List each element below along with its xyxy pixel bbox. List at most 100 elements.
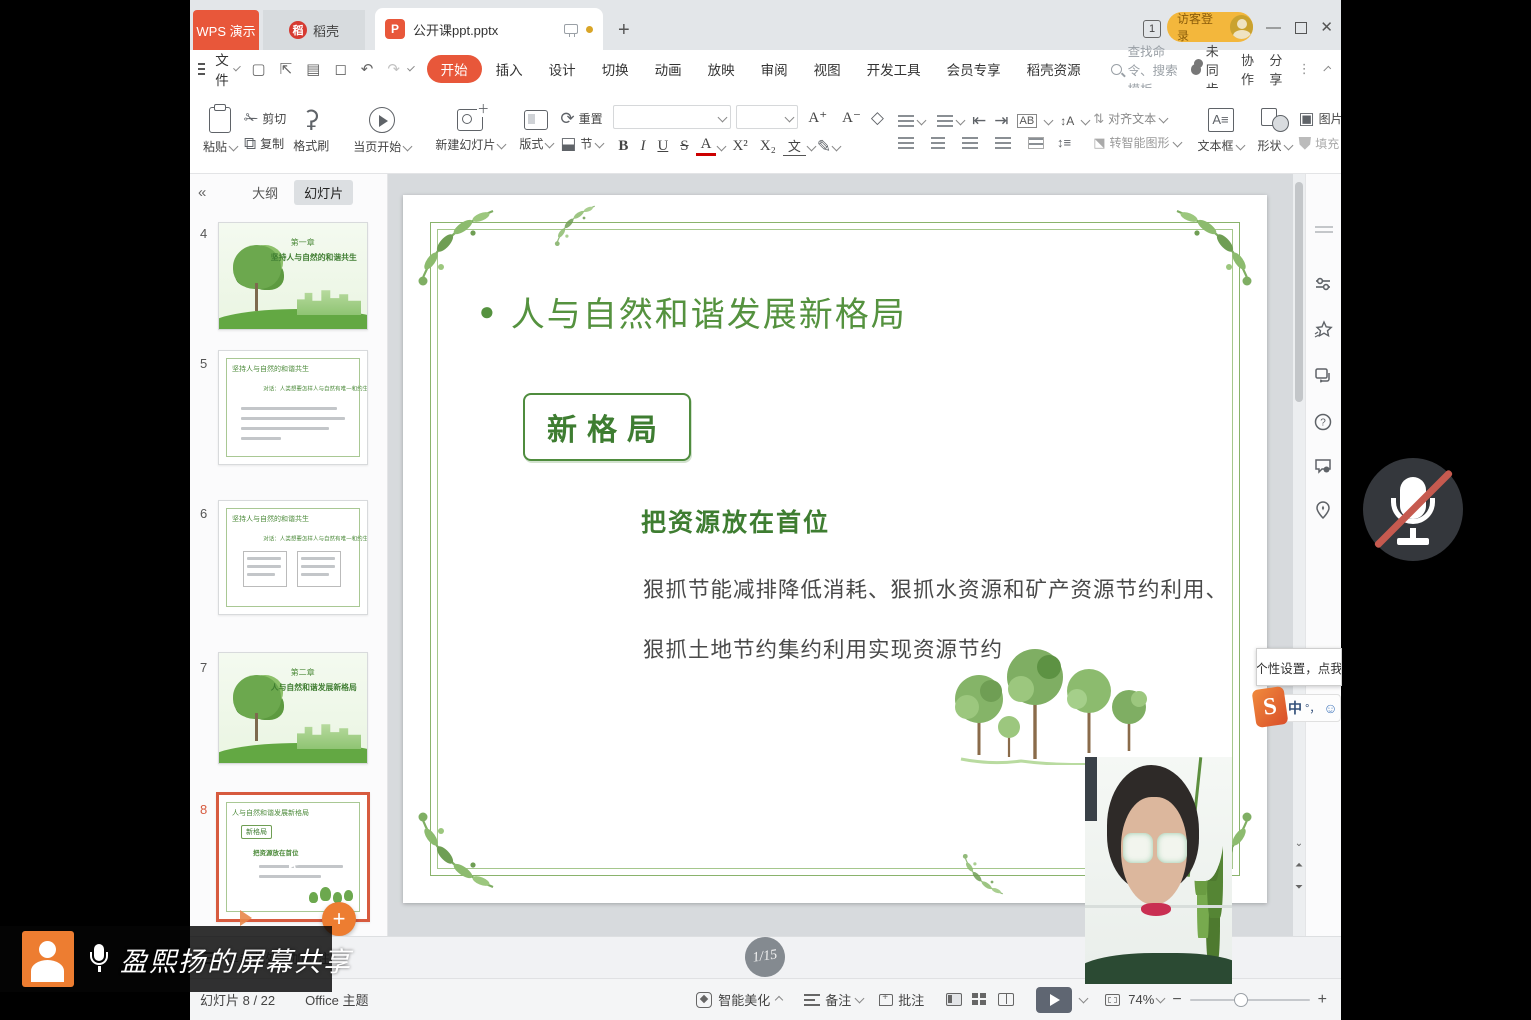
superscript-button[interactable]: X² [727,138,752,155]
highlight-icon[interactable]: ✎ [817,138,831,155]
slide-sorter-view-icon[interactable] [972,993,988,1006]
decrease-indent-icon[interactable]: ⇤ [972,112,986,129]
copy-button[interactable]: ⧉复制 [244,135,286,152]
slide-keyword-box[interactable]: 新格局 [523,393,691,461]
tab-devtools[interactable]: 开发工具 [855,55,933,83]
login-button[interactable]: 访客登录 [1167,12,1253,42]
hamburger-icon[interactable] [198,63,205,75]
to-smartart-button[interactable]: ⬔转智能图形 [1093,134,1180,151]
scroll-down-icon[interactable]: ⌄ [1294,838,1304,849]
file-menu-chevron-icon[interactable] [233,64,241,72]
theme-name[interactable]: Office 主题 [305,990,368,1009]
increase-font-button[interactable]: A⁺ [803,108,832,127]
increase-indent-icon[interactable]: ⇥ [994,112,1008,129]
zoom-slider[interactable] [1190,999,1310,1001]
undo-icon[interactable]: ↶ [356,60,379,78]
play-options-chevron-icon[interactable] [1079,993,1089,1003]
location-pin-icon[interactable] [1313,500,1335,522]
beautify-button[interactable]: 智能美化 [696,990,782,1009]
wps-app-button[interactable]: WPS 演示 [193,10,259,50]
maximize-button[interactable] [1295,22,1307,34]
slide-body-line1[interactable]: 狠抓节能减排降低消耗、狠抓水资源和矿产资源节约利用、 [643,573,1228,604]
bullets-button[interactable] [894,115,925,127]
phonetic-button[interactable]: 文 [783,136,806,156]
new-tab-button[interactable]: + [618,19,630,42]
slide-thumbnail-8-selected[interactable]: 人与自然和谐发展新格局 新格局 把资源放在首位 [216,792,370,922]
ime-smiley-icon[interactable]: ☺ [1323,700,1337,716]
tab-membership[interactable]: 会员专享 [935,55,1013,83]
align-text-button[interactable]: ⇅对齐文本 [1093,110,1180,127]
align-center-icon[interactable] [931,137,945,149]
export-icon[interactable]: ⇱ [275,60,298,78]
slide-thumbnail-6[interactable]: 坚持人与自然的和谐共生 对话：人类想要怎样人与自然有唯一和约生活需 [218,500,368,615]
next-slide-icon[interactable]: ⏷ [1294,882,1304,893]
tab-slides[interactable]: 幻灯片 [294,180,353,205]
quickbar-more-icon[interactable] [407,64,415,72]
window-manager-button[interactable]: 1 [1143,20,1161,38]
share-button[interactable]: 分享 [1269,50,1283,88]
minimize-button[interactable]: — [1266,19,1281,36]
cut-button[interactable]: ✁剪切 [244,110,286,127]
slideshow-play-button[interactable] [1036,987,1072,1013]
text-box-button[interactable]: A≡ 文本框 [1191,92,1251,169]
reading-view-icon[interactable] [998,993,1014,1006]
docer-store-tab[interactable]: 稻 稻壳 [263,10,365,50]
close-button[interactable]: ✕ [1320,18,1333,36]
zoom-slider-thumb[interactable] [1234,993,1248,1007]
bold-button[interactable]: B [613,138,633,155]
decrease-font-button[interactable]: A⁻ [837,108,866,127]
duplicate-icon[interactable] [1313,366,1335,388]
slide-thumbnail-7[interactable]: 第二章 人与自然和谐发展新格局 [218,652,368,764]
layout-button[interactable]: 版式 [512,92,560,169]
zoom-in-button[interactable]: + [1318,991,1327,1009]
preview-icon[interactable]: ◻ [329,60,351,78]
slide-body-line2[interactable]: 狠抓土地节约集约利用实现资源节约 [643,633,1003,664]
ime-toolbar[interactable]: 中 °， ☺ [1281,694,1341,722]
subscript-button[interactable]: X₂ [755,138,781,155]
underline-button[interactable]: U [652,138,673,155]
line-spacing-icon[interactable]: ↕≡ [1057,136,1071,149]
tab-review[interactable]: 审阅 [749,55,800,83]
thumb-play-icon[interactable] [240,910,252,926]
help-icon[interactable]: ? [1313,412,1335,434]
properties-sliders-icon[interactable] [1313,274,1335,296]
new-slide-button[interactable]: 新建幻灯片 [428,92,512,169]
document-tab[interactable]: P 公开课ppt.pptx [375,8,603,50]
tab-transition[interactable]: 切换 [590,55,641,83]
tab-view[interactable]: 视图 [802,55,853,83]
zoom-level[interactable]: 74% [1128,992,1164,1007]
clear-format-icon[interactable]: ◇ [871,109,884,126]
italic-button[interactable]: I [635,138,650,155]
fill-button[interactable]: ⛊填充 [1299,135,1341,152]
text-direction-button[interactable]: ↕A [1060,114,1074,128]
comments-button[interactable]: 批注 [879,990,924,1009]
scrollbar-thumb[interactable] [1295,182,1303,402]
ime-mode-chinese[interactable]: 中 [1288,698,1302,718]
play-from-current-button[interactable]: 当页开始 [346,92,418,169]
microphone-muted-button[interactable] [1363,458,1463,561]
picture-button[interactable]: ▣图片 [1299,110,1341,127]
tab-insert[interactable]: 插入 [484,55,535,83]
previous-slide-icon[interactable]: ⏶ [1294,860,1304,871]
collapse-panel-button[interactable]: « [198,184,206,201]
tab-slideshow[interactable]: 放映 [696,55,747,83]
notes-toggle-button[interactable]: 备注 [804,990,863,1009]
slide-thumbnail-5[interactable]: 坚持人与自然的和谐共生 对话：人类想要怎样人与自然有唯一和约生活需 [218,350,368,465]
slide-thumbnail-4[interactable]: 第一章 坚持人与自然的和谐共生 [218,222,368,330]
save-icon[interactable]: ▢ [246,60,270,78]
normal-view-icon[interactable] [946,993,962,1006]
zoom-out-button[interactable]: − [1172,991,1181,1009]
format-painter-button[interactable]: ⚳ 格式刷 [286,92,336,169]
more-menu-icon[interactable]: ⋮ [1298,61,1311,77]
tab-home[interactable]: 开始 [427,55,482,83]
strike-button[interactable]: S [675,138,693,155]
font-color-button[interactable]: A [696,136,717,156]
effects-star-icon[interactable] [1313,320,1335,342]
tab-design[interactable]: 设计 [537,55,588,83]
char-border-button[interactable]: AB [1017,114,1038,128]
collapse-ribbon-icon[interactable] [1323,65,1331,73]
present-mode-icon[interactable] [564,24,578,34]
collaborate-button[interactable]: 协作 [1241,50,1255,88]
panel-drag-handle[interactable] [1315,226,1333,228]
redo-icon[interactable]: ↷ [382,60,405,78]
